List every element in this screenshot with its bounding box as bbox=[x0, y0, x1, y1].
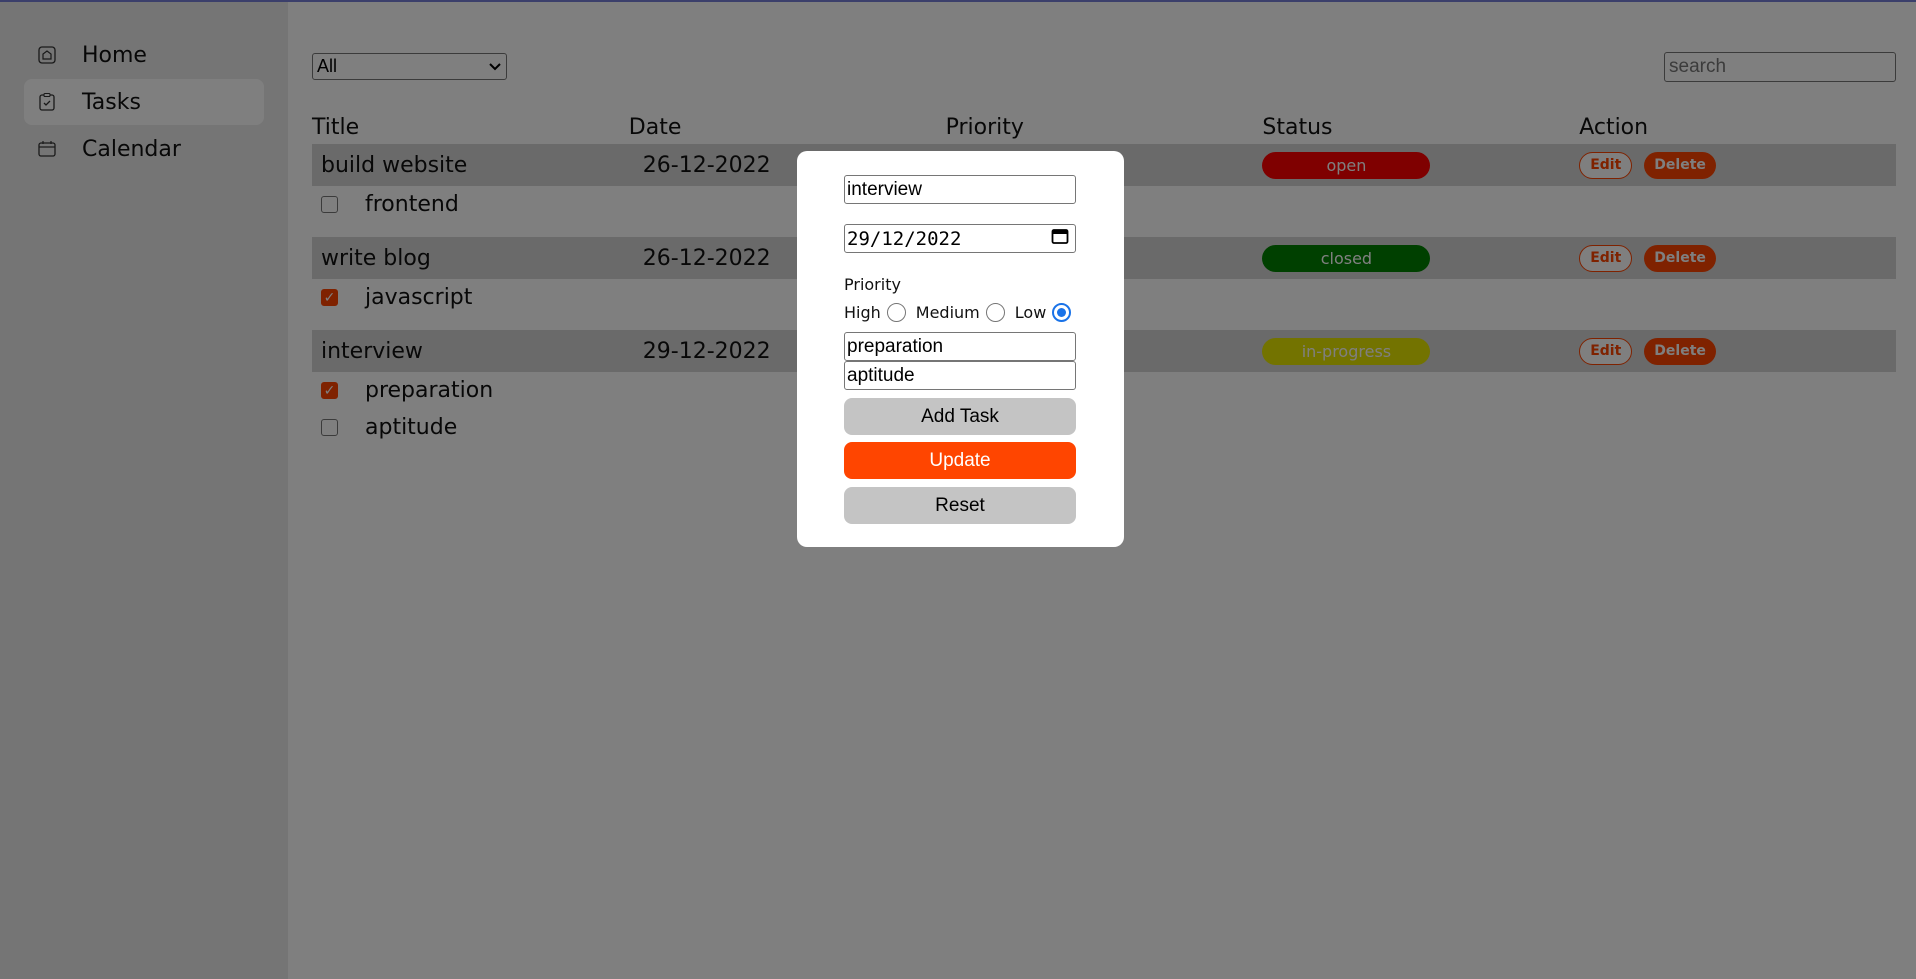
reset-button[interactable]: Reset bbox=[844, 487, 1076, 524]
priority-medium-label: Medium bbox=[915, 303, 980, 322]
priority-medium-radio[interactable] bbox=[985, 303, 1005, 322]
calendar-icon[interactable] bbox=[1051, 227, 1069, 250]
subtask-field[interactable]: aptitude bbox=[844, 361, 1076, 390]
task-date-value: 29/12/2022 bbox=[847, 227, 962, 250]
subtask-field[interactable]: preparation bbox=[844, 332, 1076, 361]
subtask-value: preparation bbox=[847, 335, 944, 357]
priority-radio-group: High Medium Low bbox=[844, 303, 1081, 322]
task-title-value: interview bbox=[847, 178, 922, 200]
priority-low-radio[interactable] bbox=[1052, 303, 1072, 322]
priority-high-radio[interactable] bbox=[886, 303, 906, 322]
task-title-field[interactable]: interview bbox=[844, 175, 1076, 204]
subtask-value: aptitude bbox=[847, 364, 915, 386]
priority-low-label: Low bbox=[1014, 303, 1047, 322]
update-button[interactable]: Update bbox=[844, 442, 1076, 479]
priority-label: Priority bbox=[844, 275, 901, 294]
task-date-field[interactable]: 29/12/2022 bbox=[844, 224, 1076, 253]
edit-task-modal: interview 29/12/2022 Priority High Mediu… bbox=[797, 151, 1124, 547]
add-task-button[interactable]: Add Task bbox=[844, 398, 1076, 435]
priority-high-label: High bbox=[844, 303, 881, 322]
